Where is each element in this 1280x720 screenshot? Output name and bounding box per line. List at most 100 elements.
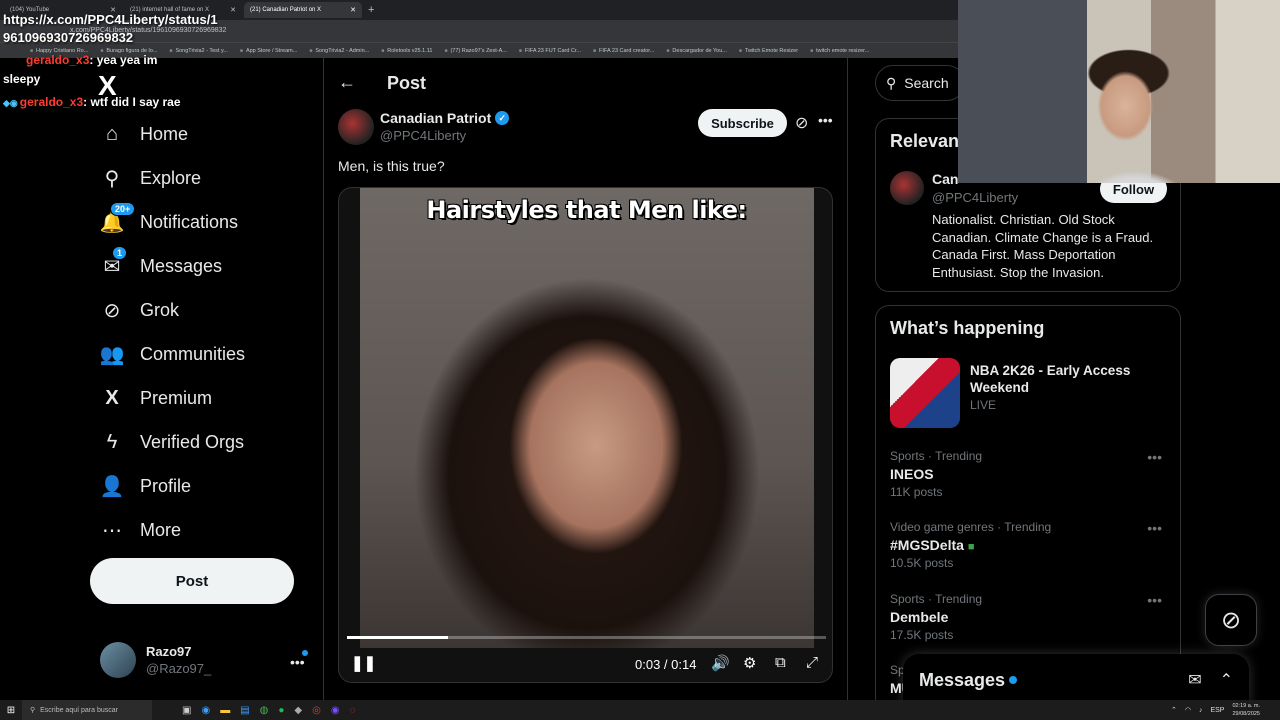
pause-icon[interactable]: ❚❚ (351, 654, 376, 672)
system-tray-icon[interactable]: ⌃ (1171, 706, 1177, 714)
volume-icon[interactable]: ♪ (1199, 707, 1203, 714)
bookmark[interactable]: Roletools v25.1.11 (381, 48, 432, 54)
more-options-icon[interactable]: ••• (1147, 592, 1162, 608)
account-more-icon[interactable]: ••• (290, 654, 305, 670)
sidebar-item-label: More (140, 519, 182, 540)
grok-icon: ⊘ (1220, 606, 1242, 634)
avatar[interactable] (890, 171, 924, 205)
grok-floating-button[interactable]: ⊘ (1205, 594, 1257, 646)
picture-in-picture-icon[interactable]: ⧉ (775, 654, 786, 671)
clock[interactable]: 02:19 a. m. 29/08/2025 (1232, 702, 1260, 718)
trend-image[interactable] (890, 358, 960, 428)
settings-gear-icon[interactable]: ⚙ (743, 654, 756, 672)
avatar (100, 642, 136, 678)
sidebar-item-communities[interactable]: 👥 Communities (100, 332, 245, 376)
video-progress-bar[interactable] (347, 636, 826, 639)
account-switcher[interactable]: Razo97 @Razo97_ (100, 642, 211, 678)
notification-badge: 20+ (110, 202, 136, 216)
webcam-overlay (958, 0, 1280, 183)
sidebar-item-label: Notifications (140, 211, 239, 232)
bookmark[interactable]: FIFA 23 Card creator... (593, 48, 654, 54)
bookmark[interactable]: SongTrivia2 - Admin... (309, 48, 369, 54)
account-indicator-dot (302, 650, 308, 656)
expand-chevron-icon[interactable]: ⌃ (1220, 670, 1233, 690)
emoji-icon: ■ (967, 541, 975, 553)
language-indicator[interactable]: ESP (1210, 707, 1224, 714)
more-options-icon[interactable]: ••• (818, 112, 833, 128)
trend-item[interactable]: Sports · Trending Dembele 17.5K posts ••… (890, 592, 1170, 642)
x-logo[interactable]: X (98, 70, 117, 102)
taskbar-search[interactable]: ⚲ Escribe aquí para buscar (22, 700, 152, 720)
volume-icon[interactable]: 🔊 (711, 654, 730, 672)
file-explorer-icon[interactable]: ▬ (220, 705, 230, 716)
store-icon[interactable]: ▤ (240, 705, 249, 716)
sidebar-item-label: Home (140, 123, 189, 144)
trend-item[interactable]: Sports · Trending INEOS 11K posts ••• (890, 449, 1170, 499)
video-player[interactable]: Hairstyles that Men like: ❚❚ 0:03 / 0:14… (338, 187, 833, 683)
bookmark[interactable]: twitch emote resizer... (810, 48, 869, 54)
bookmark[interactable]: (77) Razo97's Zest-A... (444, 48, 506, 54)
featured-trend-title[interactable]: NBA 2K26 - Early Access Weekend (970, 362, 1165, 396)
account-name: Razo97 (146, 644, 192, 659)
bookmark[interactable]: App Store / Stream... (240, 48, 297, 54)
sidebar-item-explore[interactable]: ⚲ Explore (100, 156, 245, 200)
trend-count: 10.5K posts (890, 556, 954, 570)
bookmark[interactable]: Descargador de You... (666, 48, 726, 54)
chat-message: ◆◉ geraldo_x3: wtf did I say rae (3, 95, 181, 109)
sidebar-item-label: Explore (140, 167, 202, 188)
trend-count: 17.5K posts (890, 628, 954, 642)
edge-icon[interactable]: ◉ (201, 705, 210, 716)
chrome-icon[interactable]: ◍ (260, 705, 269, 716)
sidebar-item-label: Messages (140, 255, 223, 276)
trend-count: 11K posts (890, 485, 943, 499)
sidebar-item-home[interactable]: ⌂ Home (100, 112, 245, 156)
sidebar-item-messages[interactable]: ✉ 1 Messages (100, 244, 245, 288)
close-tab-icon[interactable]: ✕ (350, 6, 356, 14)
chat-badge-icon: ◆◉ (3, 98, 18, 108)
overlay-link-line: https://x.com/PPC4Liberty/status/1 (3, 12, 218, 27)
sidebar-item-premium[interactable]: X Premium (100, 376, 245, 420)
more-options-icon[interactable]: ••• (1147, 449, 1162, 465)
tab-label: (21) Canadian Patriot on X (250, 7, 322, 13)
grok-icon[interactable]: ⊘ (795, 113, 808, 133)
trend-item[interactable]: Video game genres · Trending #MGSDelta ■… (890, 520, 1170, 570)
relevant-name[interactable]: Can (932, 171, 958, 187)
sidebar-item-grok[interactable]: ⊘ Grok (100, 288, 245, 332)
back-arrow-icon[interactable]: ← (338, 72, 356, 93)
task-view-icon[interactable]: ▣ (182, 705, 191, 716)
sidebar-item-more[interactable]: ⋯ More (100, 508, 245, 552)
search-input[interactable]: ⚲ Search (875, 65, 965, 101)
compose-message-icon[interactable]: ✉ (1188, 670, 1201, 690)
post-text: Men, is this true? (338, 158, 445, 174)
close-tab-icon[interactable]: ✕ (230, 6, 236, 14)
wifi-icon[interactable]: ◠ (1185, 706, 1191, 714)
bookmark[interactable]: Twitch Emote Resizer (739, 48, 798, 54)
subscribe-button[interactable]: Subscribe (698, 109, 787, 137)
spotify-icon[interactable]: ● (278, 705, 284, 716)
messages-drawer[interactable]: Messages ✉ ⌃ (903, 654, 1249, 706)
more-options-icon[interactable]: ••• (1147, 520, 1162, 536)
app-icon[interactable]: ◆ (294, 705, 302, 716)
author-avatar[interactable] (338, 109, 374, 145)
chat-text: : yea yea im (89, 53, 158, 67)
post-button[interactable]: Post (90, 558, 294, 604)
bookmark[interactable]: FIFA 23 FUT Card Cr... (519, 48, 581, 54)
app-icon[interactable]: ◎ (312, 705, 321, 716)
search-icon: ⚲ (886, 74, 897, 91)
discord-icon[interactable]: ◉ (331, 705, 340, 716)
fullscreen-icon[interactable]: ⤢ (806, 654, 818, 671)
app-icon[interactable]: ◌ (350, 705, 356, 716)
sidebar-item-label: Grok (140, 299, 180, 320)
sidebar-item-verified-orgs[interactable]: ϟ Verified Orgs (100, 420, 245, 464)
relevant-handle: @PPC4Liberty (932, 190, 1019, 205)
windows-start-icon[interactable]: ⊞ (0, 705, 22, 716)
author-name[interactable]: Canadian Patriot ✓ (380, 110, 510, 126)
author-handle[interactable]: @PPC4Liberty (380, 128, 466, 143)
browser-tab-active[interactable]: (21) Canadian Patriot on X ✕ (244, 2, 362, 18)
sidebar-item-notifications[interactable]: 🔔 20+ Notifications (100, 200, 245, 244)
sidebar-item-profile[interactable]: 👤 Profile (100, 464, 245, 508)
new-tab-icon[interactable]: + (364, 4, 374, 16)
bookmark[interactable]: SongTrivia2 - Test y... (169, 48, 227, 54)
os-taskbar: ⊞ ⚲ Escribe aquí para buscar ▣ ◉ ▬ ▤ ◍ ● … (0, 700, 1280, 720)
video-time: 0:03 / 0:14 (635, 657, 697, 672)
